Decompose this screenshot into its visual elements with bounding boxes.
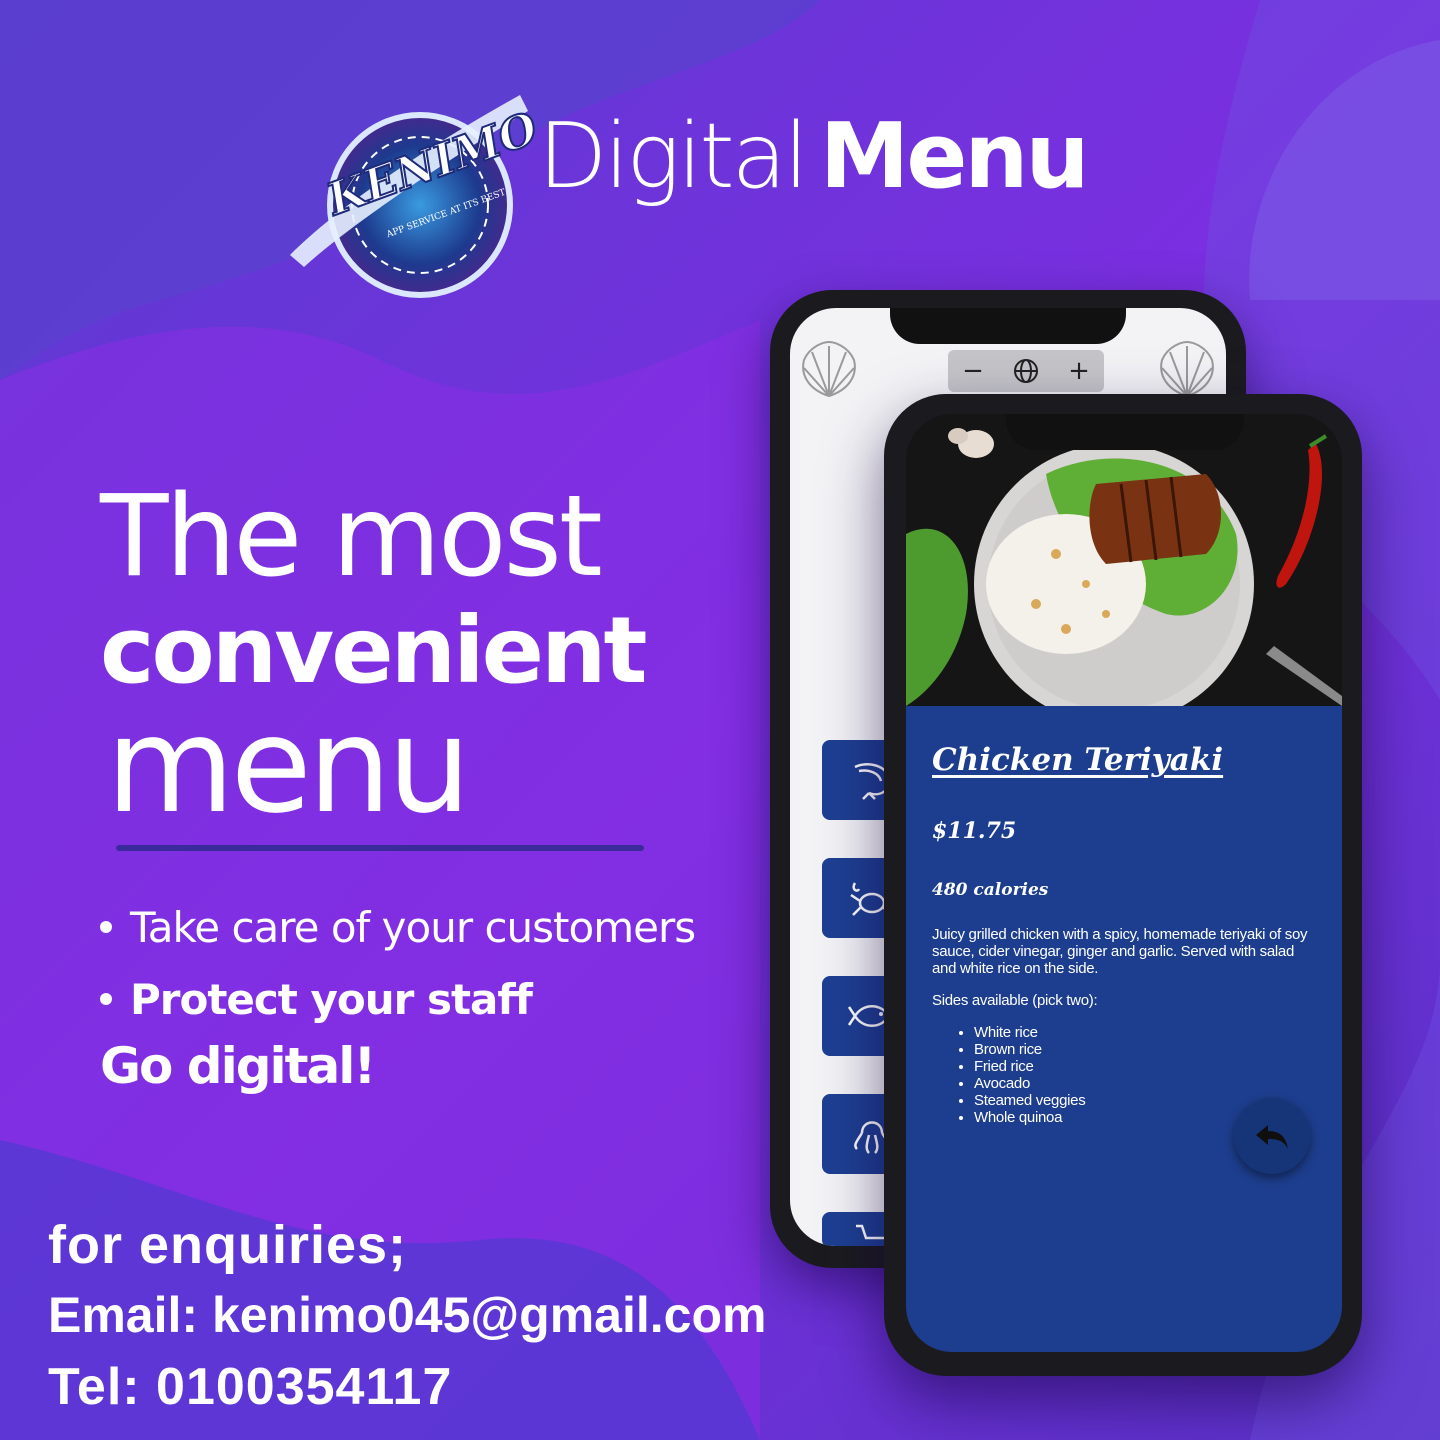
- side-item: Whole quinoa: [974, 1109, 1085, 1126]
- bullet-icon: [100, 920, 112, 933]
- title-menu: Menu: [819, 104, 1090, 209]
- zoom-controls: − +: [948, 350, 1104, 392]
- headline-line-1: The most: [100, 472, 603, 602]
- contact-heading: for enquiries;: [48, 1215, 408, 1275]
- contact-email[interactable]: Email: kenimo045@gmail.com: [48, 1280, 766, 1350]
- front-phone: Chicken Teriyaki $11.75 480 calories Jui…: [884, 394, 1362, 1376]
- shell-icon: [1160, 340, 1214, 398]
- bullet-icon: [100, 992, 112, 1005]
- side-item: Avocado: [974, 1075, 1085, 1092]
- dish-photo: [906, 414, 1342, 706]
- sides-list: White rice Brown rice Fried rice Avocado…: [956, 1024, 1086, 1126]
- headline-line-3: menu: [106, 689, 471, 843]
- contact-tel[interactable]: Tel: 0100354117: [48, 1350, 766, 1424]
- shell-icon: [802, 340, 856, 398]
- dish-calories: 480 calories: [932, 880, 1049, 900]
- front-phone-notch: [1006, 414, 1244, 450]
- divider: [116, 845, 644, 851]
- side-item: Steamed veggies: [974, 1092, 1086, 1109]
- side-item: White rice: [974, 1024, 1085, 1041]
- back-phone-notch: [890, 308, 1126, 344]
- contact-info: for enquiries; Email: kenimo045@gmail.co…: [48, 1210, 766, 1424]
- side-item: Brown rice: [974, 1041, 1085, 1058]
- kenimo-logo: KENIMO APP SERVICE AT ITS BEST: [270, 55, 545, 300]
- brand-title: Digital Menu: [538, 112, 1090, 202]
- dish-price: $11.75: [932, 818, 1017, 844]
- feature-item: Protect your staff: [100, 964, 695, 1036]
- dish-description: Juicy grilled chicken with a spicy, home…: [932, 926, 1308, 977]
- sides-label: Sides available (pick two):: [932, 992, 1098, 1009]
- headline: The most convenient menu: [100, 472, 648, 843]
- call-to-action: Go digital!: [100, 1037, 376, 1095]
- feature-text: Protect your staff: [130, 975, 533, 1024]
- feature-text: Take care of your customers: [130, 903, 696, 952]
- feature-list: Take care of your customers Protect your…: [100, 892, 696, 1036]
- back-button[interactable]: [1234, 1098, 1310, 1174]
- feature-item: Take care of your customers: [100, 892, 696, 964]
- zoom-in-button[interactable]: +: [1068, 356, 1090, 386]
- globe-icon[interactable]: [1012, 357, 1040, 385]
- reply-arrow-icon: [1256, 1125, 1288, 1149]
- title-digital: Digital: [538, 104, 809, 209]
- zoom-out-button[interactable]: −: [962, 356, 984, 386]
- dish-detail-screen: Chicken Teriyaki $11.75 480 calories Jui…: [906, 414, 1342, 1352]
- side-item: Fried rice: [974, 1058, 1085, 1075]
- dish-name: Chicken Teriyaki: [932, 742, 1224, 778]
